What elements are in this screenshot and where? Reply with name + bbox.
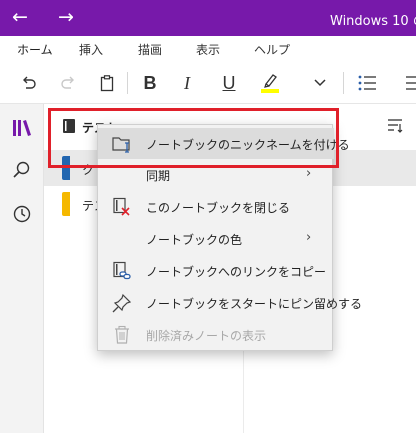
ribbon-tabs: ホーム 挿入 描画 表示 ヘルプ: [0, 36, 416, 64]
bold-button[interactable]: B: [137, 70, 163, 96]
forward-arrow-icon[interactable]: →: [52, 5, 80, 29]
tab-home[interactable]: ホーム: [17, 41, 53, 64]
highlighter-icon[interactable]: [257, 70, 283, 96]
sort-icon[interactable]: [386, 118, 404, 138]
navigation-rail: [0, 104, 44, 433]
menu-item-notebook-color[interactable]: ノートブックの色 ›: [98, 223, 334, 254]
toolbar-divider: [127, 72, 128, 94]
tab-insert[interactable]: 挿入: [79, 41, 103, 58]
chevron-down-icon[interactable]: [307, 70, 333, 96]
menu-item-close-notebook[interactable]: このノートブックを閉じる: [98, 191, 334, 222]
chevron-right-icon: ›: [306, 166, 312, 181]
pin-icon: [112, 293, 132, 313]
toolbar-divider: [343, 72, 344, 94]
copy-link-icon: [112, 261, 132, 281]
undo-icon[interactable]: [16, 70, 42, 96]
tab-draw[interactable]: 描画: [138, 41, 162, 58]
bullet-list-icon[interactable]: [354, 70, 380, 96]
annotation-highlight-box: [48, 108, 339, 168]
italic-button[interactable]: I: [174, 70, 200, 96]
menu-item-label: このノートブックを閉じる: [146, 201, 291, 215]
section-color-tab: [62, 192, 70, 216]
search-icon[interactable]: [8, 156, 36, 184]
menu-item-copy-link[interactable]: ノートブックへのリンクをコピー: [98, 255, 334, 286]
menu-item-pin-to-start[interactable]: ノートブックをスタートにピン留めする: [98, 287, 362, 318]
redo-icon[interactable]: [55, 70, 81, 96]
menu-item-label: ノートブックへのリンクをコピー: [146, 265, 327, 279]
numbered-list-icon[interactable]: [398, 70, 416, 96]
menu-item-label: 同期: [146, 169, 171, 183]
back-arrow-icon[interactable]: ←: [6, 5, 34, 29]
menu-item-label: ノートブックをスタートにピン留めする: [146, 297, 363, 311]
menu-item-show-deleted-notes[interactable]: 削除済みノートの表示: [98, 319, 334, 350]
notebooks-icon[interactable]: [8, 114, 36, 142]
underline-button[interactable]: U: [216, 70, 242, 96]
close-notebook-icon: [112, 197, 132, 217]
clipboard-icon[interactable]: [94, 70, 120, 96]
tab-view[interactable]: 表示: [196, 41, 220, 58]
recycle-bin-icon: [112, 325, 132, 345]
title-bar: ← → Windows 10 の: [0, 0, 416, 36]
tab-help[interactable]: ヘルプ: [254, 41, 290, 58]
menu-item-label: 削除済みノートの表示: [146, 329, 267, 343]
formatting-toolbar: B I U: [0, 62, 416, 104]
menu-item-label: ノートブックの色: [146, 233, 243, 247]
chevron-right-icon: ›: [306, 230, 312, 245]
recent-clock-icon[interactable]: [8, 200, 36, 228]
window-title: Windows 10 の: [330, 14, 416, 29]
